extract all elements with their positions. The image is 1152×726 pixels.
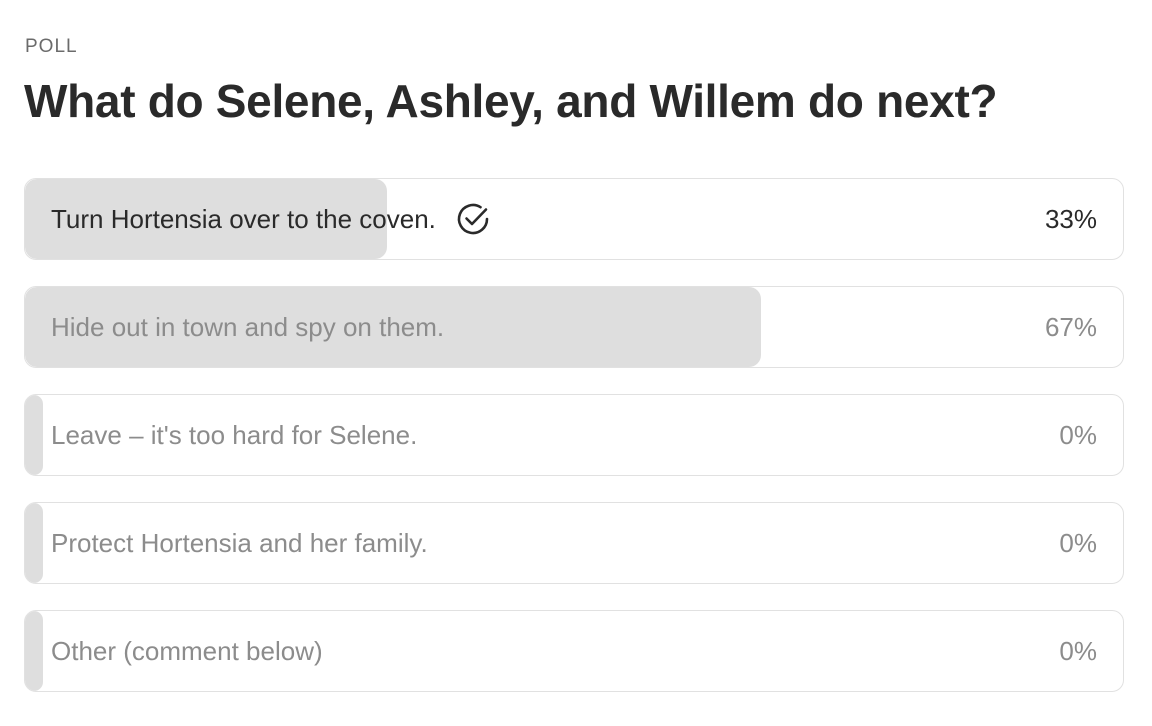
poll-option-4[interactable]: Protect Hortensia and her family. 0% [24,502,1124,584]
check-circle-icon [454,200,492,238]
poll-option-1[interactable]: Turn Hortensia over to the coven. 33% [24,178,1124,260]
poll-label: POLL [25,36,78,57]
poll-option-3[interactable]: Leave – it's too hard for Selene. 0% [24,394,1124,476]
poll-option-result-bar [25,503,43,583]
poll-option-percent: 0% [1059,635,1097,666]
poll-option-percent: 0% [1059,527,1097,558]
poll-option-result-bar [25,395,43,475]
poll-option-2[interactable]: Hide out in town and spy on them. 67% [24,286,1124,368]
poll-question: What do Selene, Ashley, and Willem do ne… [24,75,998,127]
poll-option-percent: 67% [1044,311,1097,342]
poll-option-label: Protect Hortensia and her family. [51,527,428,558]
poll-option-label: Other (comment below) [51,635,323,666]
poll-option-percent: 0% [1059,419,1097,450]
poll-option-label: Hide out in town and spy on them. [51,311,445,342]
poll-option-5[interactable]: Other (comment below) 0% [24,610,1124,692]
poll-option-result-bar [25,611,43,691]
poll-options: Turn Hortensia over to the coven. 33% Hi… [24,178,1124,718]
poll-option-label: Leave – it's too hard for Selene. [51,419,418,450]
poll-option-label: Turn Hortensia over to the coven. [51,203,436,234]
poll-option-percent: 33% [1044,203,1097,234]
